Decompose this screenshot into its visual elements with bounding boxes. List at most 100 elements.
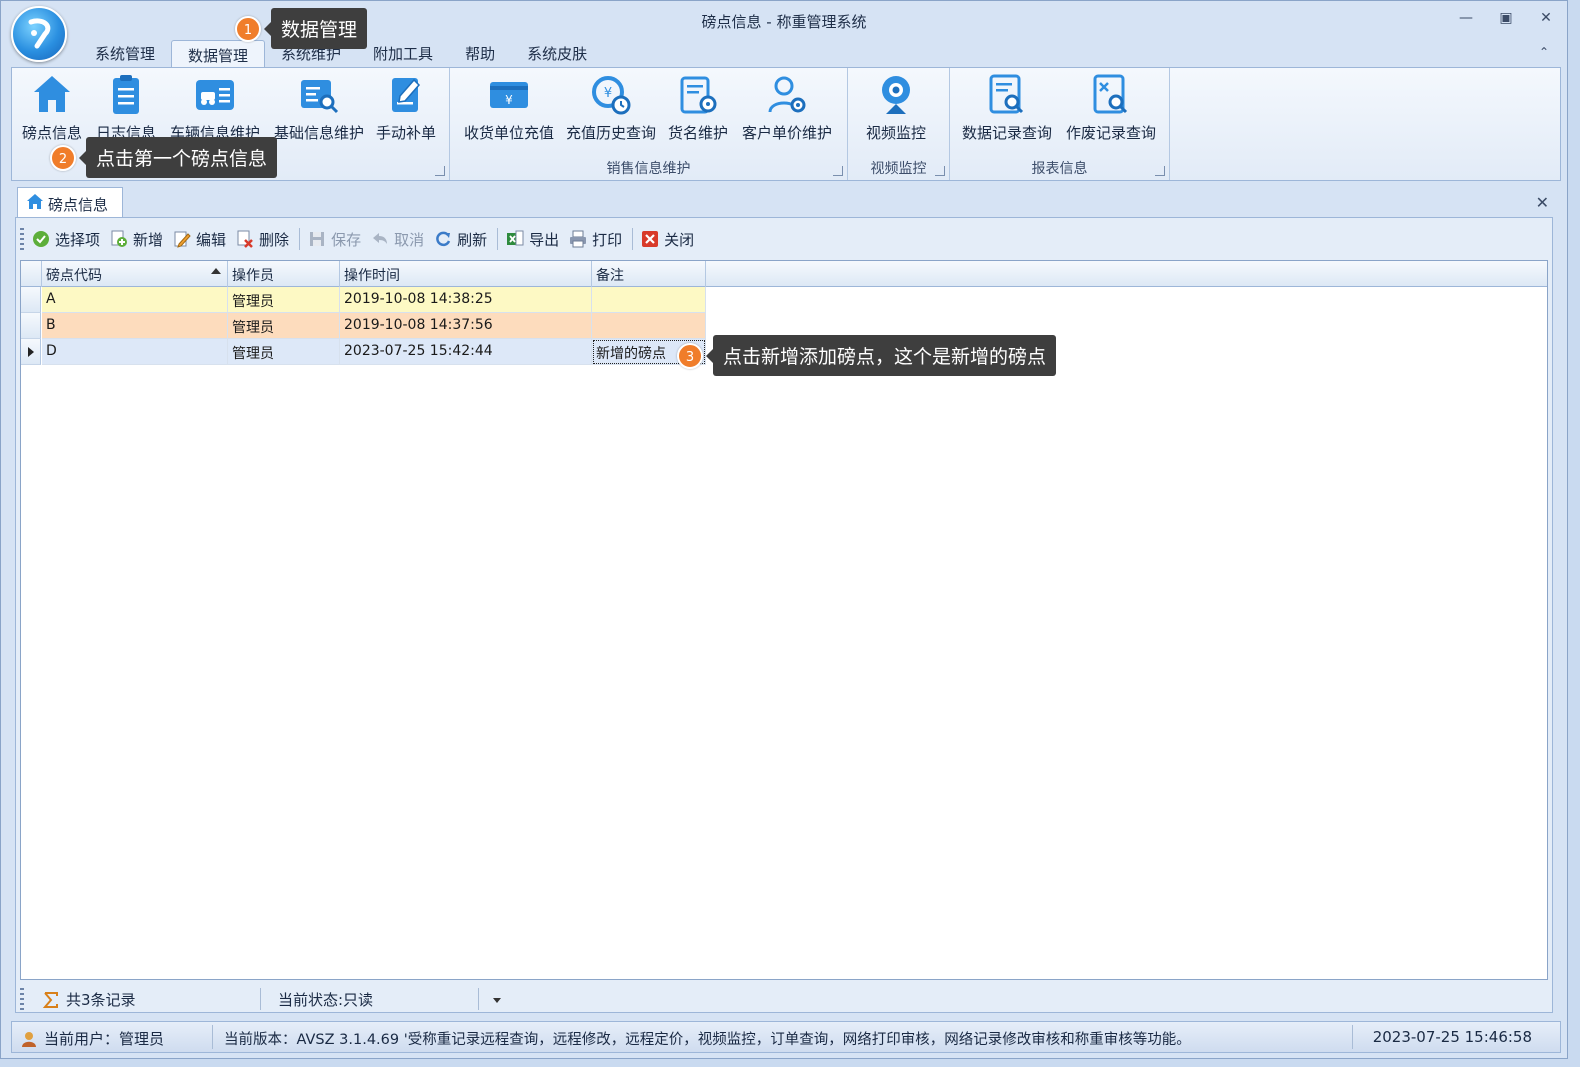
sigma-icon (42, 991, 58, 1008)
delete-document-icon (237, 230, 253, 248)
column-header-note[interactable]: 备注 (592, 261, 706, 287)
print-button[interactable]: 打印 (569, 229, 622, 250)
ribbon-collapse-button[interactable]: ⌃ (1539, 45, 1549, 59)
row-indicator[interactable] (21, 313, 41, 339)
current-row-arrow-icon (28, 347, 34, 357)
ribbon-button-customer-price[interactable]: 客户单价维护 (742, 72, 832, 143)
group-launcher-icon[interactable] (435, 166, 445, 176)
column-header-label: 操作时间 (344, 268, 400, 284)
annotation-tooltip: 点击第一个磅点信息 (78, 137, 278, 178)
excel-export-icon (507, 230, 524, 246)
printer-icon (570, 230, 587, 248)
cell-code[interactable]: B (42, 313, 228, 339)
ribbon-group-label: 报表信息 (1031, 161, 1088, 177)
column-header-operator[interactable]: 操作员 (228, 261, 340, 287)
ribbon-button-base-info[interactable]: 基础信息维护 (274, 72, 364, 143)
toolbar-separator (299, 228, 301, 250)
edit-label: 编辑 (196, 230, 227, 249)
cell-time[interactable]: 2023-07-25 15:42:44 (340, 339, 592, 365)
recharge-card-icon: ¥ (490, 82, 528, 108)
tab-system-management[interactable]: 系统管理 (79, 39, 171, 67)
refresh-icon (436, 231, 451, 247)
tab-addon-tools[interactable]: 附加工具 (357, 39, 449, 67)
add-label: 新增 (133, 230, 164, 249)
status-dropdown-button[interactable] (490, 988, 504, 1010)
export-button[interactable]: 导出 (506, 229, 559, 250)
add-button[interactable]: 新增 (110, 229, 163, 250)
annotation-badge: 1 (235, 15, 261, 42)
cell-operator[interactable]: 管理员 (228, 339, 340, 365)
column-header-label: 操作员 (232, 268, 274, 284)
save-button[interactable]: 保存 (308, 229, 361, 250)
refresh-button[interactable]: 刷新 (434, 229, 487, 250)
ribbon-button-label: 收货单位充值 (464, 124, 555, 142)
pencil-icon (174, 231, 191, 248)
svg-text:¥: ¥ (604, 86, 612, 101)
close-window-button[interactable]: ✕ (1537, 9, 1555, 27)
status-separator (212, 1025, 213, 1049)
vehicle-card-icon (196, 80, 234, 110)
row-indicator[interactable] (21, 339, 41, 365)
status-separator (260, 988, 261, 1010)
tab-system-skin[interactable]: 系统皮肤 (511, 39, 603, 67)
annotation-badge: 2 (50, 144, 76, 171)
ribbon-button-scale-point-info[interactable]: 磅点信息 (22, 72, 82, 143)
cell-operator[interactable]: 管理员 (228, 313, 340, 339)
cancel-label: 取消 (394, 230, 425, 249)
cell-note[interactable] (592, 287, 706, 313)
status-grip[interactable] (20, 988, 24, 1010)
grid-state: 当前状态:只读 (278, 991, 374, 1009)
toolbar-grip[interactable] (20, 228, 24, 250)
ribbon-button-vehicle-info[interactable]: 车辆信息维护 (170, 72, 260, 143)
annotation-2: 2 点击第一个磅点信息 (50, 137, 278, 178)
cell-time[interactable]: 2019-10-08 14:37:56 (340, 313, 592, 339)
close-button[interactable]: 关闭 (641, 229, 694, 250)
cell-code[interactable]: D (42, 339, 228, 365)
group-launcher-icon[interactable] (833, 166, 843, 176)
tab-help[interactable]: 帮助 (449, 39, 511, 67)
group-launcher-icon[interactable] (935, 166, 945, 176)
current-user-label: 当前用户：管理员 (44, 1030, 165, 1048)
ribbon-group-video: 视频监控 视频监控 (848, 68, 950, 180)
cell-code[interactable]: A (42, 287, 228, 313)
ribbon-group-label: 视频监控 (870, 161, 927, 177)
ribbon-button-manual-order[interactable]: 手动补单 (376, 72, 436, 143)
grid-toolbar: 选择项 新增 编辑 删除 保存 取消 刷新 导出 打印 关闭 (20, 222, 704, 256)
ribbon-button-data-records[interactable]: 数据记录查询 (962, 72, 1052, 143)
record-count-label: 共3条记录 (66, 991, 136, 1009)
ribbon-button-video-monitor[interactable]: 视频监控 (866, 72, 926, 143)
export-label: 导出 (529, 230, 560, 249)
ribbon-button-void-records[interactable]: 作废记录查询 (1066, 72, 1156, 143)
window-controls: — ▣ ✕ (1457, 9, 1555, 27)
ribbon-button-recharge[interactable]: ¥ 收货单位充值 (464, 72, 554, 143)
toolbar-separator (497, 228, 499, 250)
delete-button[interactable]: 删除 (236, 229, 289, 250)
ribbon-button-label: 视频监控 (866, 124, 927, 142)
document-tab[interactable]: 磅点信息 (17, 187, 123, 217)
ribbon-button-label: 作废记录查询 (1066, 124, 1157, 142)
status-bar: 当前用户：管理员 当前版本：AVSZ 3.1.4.69 '受称重记录远程查询，远… (11, 1021, 1561, 1053)
clipboard-icon (113, 75, 139, 114)
cancel-button[interactable]: 取消 (371, 229, 424, 250)
cell-operator[interactable]: 管理员 (228, 287, 340, 313)
group-launcher-icon[interactable] (1155, 166, 1165, 176)
ribbon-button-goods-name[interactable]: 货名维护 (668, 72, 728, 143)
row-indicator[interactable] (21, 287, 41, 313)
cell-time[interactable]: 2019-10-08 14:38:25 (340, 287, 592, 313)
restore-button[interactable]: ▣ (1497, 9, 1515, 27)
select-items-label: 选择项 (55, 230, 101, 249)
edit-button[interactable]: 编辑 (173, 229, 226, 250)
grid-status-strip: 共3条记录 当前状态:只读 (20, 986, 1548, 1012)
sort-ascending-icon (211, 268, 221, 274)
column-header-code[interactable]: 磅点代码 (42, 261, 228, 287)
check-circle-icon (33, 231, 49, 247)
minimize-button[interactable]: — (1457, 9, 1475, 27)
ribbon-button-recharge-history[interactable]: ¥ 充值历史查询 (566, 72, 656, 143)
svg-text:¥: ¥ (505, 93, 513, 107)
close-document-button[interactable]: ✕ (1536, 193, 1549, 212)
document-tab-label: 磅点信息 (48, 196, 109, 214)
column-header-time[interactable]: 操作时间 (340, 261, 592, 287)
select-items-button[interactable]: 选择项 (32, 229, 100, 250)
ribbon-button-label: 手动补单 (376, 124, 437, 142)
ribbon-button-log-info[interactable]: 日志信息 (96, 72, 156, 143)
